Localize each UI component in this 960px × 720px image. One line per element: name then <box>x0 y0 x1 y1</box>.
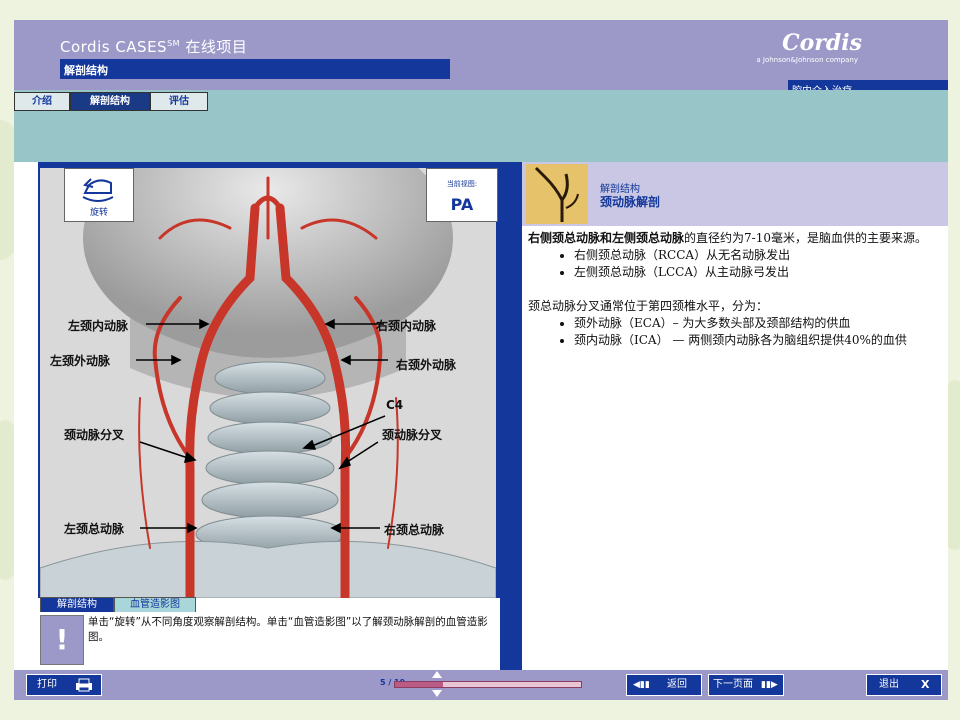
next-button[interactable]: 下一页面 ▮▮▶ <box>708 674 784 696</box>
next-label: 下一页面 <box>713 679 753 690</box>
rotate-icon <box>82 178 114 202</box>
bottom-toolbar: 打印 5 / 19 ◀▮▮ 返回 下一页面 ▮▮▶ 退出 X <box>14 670 948 700</box>
list-item: 左侧颈总动脉（LCCA）从主动脉弓发出 <box>574 264 938 281</box>
exit-button[interactable]: 退出 X <box>866 674 942 696</box>
current-view-caption: 当前视图: <box>446 180 478 188</box>
label-left-ica: 左颈内动脉 <box>68 319 129 333</box>
scroll-down-arrow[interactable] <box>432 690 442 697</box>
exclamation-icon: ! <box>40 615 84 665</box>
app-title: Cordis CASESSM 在线项目 <box>60 38 248 56</box>
back-arrow-icon: ◀▮▮ <box>633 680 650 690</box>
cordis-logo: Cordis <box>782 30 862 56</box>
label-right-eca: 右颈外动脉 <box>396 358 457 372</box>
close-icon: X <box>921 678 930 691</box>
label-left-bifurcation: 颈动脉分叉 <box>64 428 125 442</box>
paragraph-1-text: 的直径约为7-10毫米，是脑血供的主要来源。 <box>684 231 927 245</box>
back-button[interactable]: ◀▮▮ 返回 <box>626 674 702 696</box>
paragraph-1: 右侧颈总动脉和左侧颈总动脉的直径约为7-10毫米，是脑血供的主要来源。 <box>528 230 938 247</box>
current-view-box: 当前视图: PA <box>426 168 498 222</box>
label-left-cca: 左颈总动脉 <box>64 522 125 536</box>
subtab-angiogram[interactable]: 血管造影图 <box>114 597 196 613</box>
label-right-ica: 右颈内动脉 <box>376 319 437 333</box>
scroll-up-arrow[interactable] <box>432 671 442 678</box>
tab-strip: 介绍 解剖结构 评估 <box>14 90 948 162</box>
list-item: 颈外动脉（ECA）– 为大多数头部及颈部结构的供血 <box>574 315 938 332</box>
tab-anatomy[interactable]: 解剖结构 <box>70 92 150 111</box>
printer-icon <box>76 678 92 692</box>
label-right-cca: 右颈总动脉 <box>384 523 445 537</box>
tab-intro[interactable]: 介绍 <box>14 92 70 111</box>
list-origins: 右侧颈总动脉（RCCA）从无名动脉发出 左侧颈总动脉（LCCA）从主动脉弓发出 <box>528 247 938 281</box>
label-c4: C4 <box>386 398 404 412</box>
rotate-button[interactable]: 旋转 <box>64 168 134 222</box>
content-title: 颈动脉解剖 <box>600 195 661 209</box>
content-body: 右侧颈总动脉和左侧颈总动脉的直径约为7-10毫米，是脑血供的主要来源。 右侧颈总… <box>528 230 938 349</box>
label-left-eca: 左颈外动脉 <box>50 354 111 368</box>
instruction-text: 单击“旋转”从不同角度观察解剖结构。单击“血管造影图”以了解颈动脉解剖的血管造影… <box>88 616 488 643</box>
panel-divider <box>500 162 522 670</box>
paragraph-1-bold: 右侧颈总动脉和左侧颈总动脉 <box>528 231 685 245</box>
current-view-value: PA <box>450 195 474 214</box>
print-label: 打印 <box>37 679 57 690</box>
section-title: 解剖结构 <box>64 64 108 77</box>
list-branches: 颈外动脉（ECA）– 为大多数头部及颈部结构的供血 颈内动脉（ICA） — 两侧… <box>528 315 938 349</box>
instruction-note: ! 单击“旋转”从不同角度观察解剖结构。单击“血管造影图”以了解颈动脉解剖的血管… <box>40 612 496 666</box>
back-label: 返回 <box>667 679 687 690</box>
tab-evaluation[interactable]: 评估 <box>150 92 208 111</box>
subtab-anatomy[interactable]: 解剖结构 <box>40 597 114 613</box>
list-item: 颈内动脉（ICA） — 两侧颈内动脉各为脑组织提供40%的血供 <box>574 332 938 349</box>
logo-subtitle: a Johnson&Johnson company <box>756 56 858 64</box>
next-arrow-icon: ▮▮▶ <box>761 680 778 690</box>
list-item: 右侧颈总动脉（RCCA）从无名动脉发出 <box>574 247 938 264</box>
progress-bar <box>394 681 582 688</box>
angiogram-thumbnail <box>526 164 588 224</box>
angiogram-thumbnail-svg <box>526 164 588 224</box>
section-title-bar: 解剖结构 <box>60 59 450 79</box>
paragraph-2: 颈总动脉分叉通常位于第四颈椎水平，分为： <box>528 299 769 313</box>
label-right-bifurcation: 颈动脉分叉 <box>382 428 443 442</box>
progress-fill <box>395 682 444 687</box>
rotate-label: 旋转 <box>89 208 108 218</box>
exit-label: 退出 <box>879 679 899 690</box>
print-button[interactable]: 打印 <box>26 674 102 696</box>
